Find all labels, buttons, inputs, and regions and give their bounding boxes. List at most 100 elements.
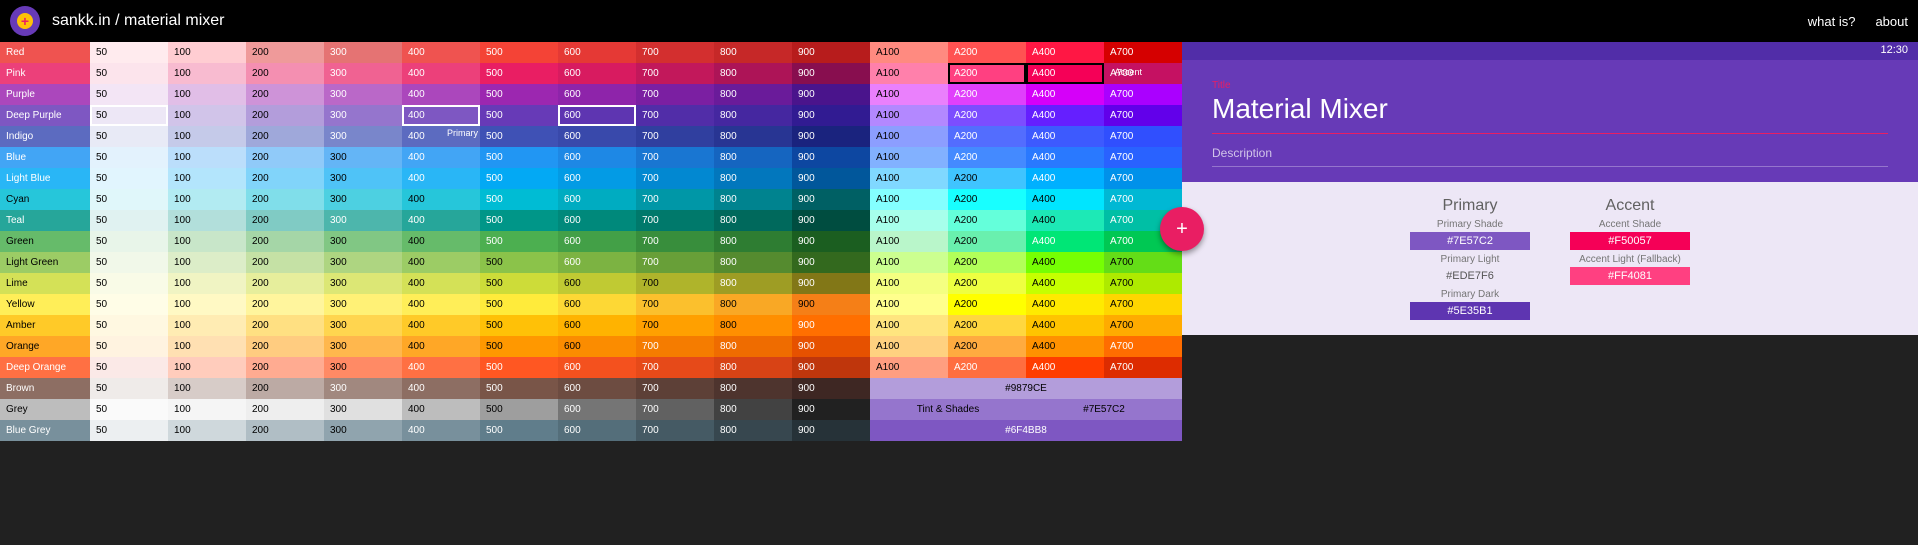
swatch[interactable]: A100 [870,126,948,147]
swatch[interactable]: 300 [324,84,402,105]
swatch[interactable]: A200 [948,252,1026,273]
swatch[interactable]: 600 [558,189,636,210]
swatch[interactable]: 700 [636,210,714,231]
swatch[interactable]: A700 [1104,336,1182,357]
swatch[interactable]: A700 [1104,126,1182,147]
swatch[interactable]: 50 [90,105,168,126]
swatch[interactable]: 200 [246,315,324,336]
swatch[interactable]: 300 [324,189,402,210]
swatch[interactable]: 400 [402,147,480,168]
swatch[interactable]: 200 [246,189,324,210]
swatch[interactable]: 900 [792,126,870,147]
swatch[interactable]: 900 [792,378,870,399]
swatch[interactable]: 900 [792,294,870,315]
primary-light-chip[interactable]: #EDE7F6 [1410,267,1530,285]
swatch[interactable]: 900 [792,273,870,294]
swatch[interactable]: 500 [480,273,558,294]
swatch[interactable]: A700 [1104,105,1182,126]
swatch[interactable]: 300 [324,252,402,273]
swatch[interactable]: 100 [168,84,246,105]
swatch[interactable]: 400 [402,420,480,441]
swatch[interactable]: 300 [324,126,402,147]
swatch[interactable]: 900 [792,147,870,168]
swatch[interactable]: 900 [792,105,870,126]
swatch[interactable]: 200 [246,420,324,441]
swatch[interactable]: A100 [870,63,948,84]
swatch[interactable]: 200 [246,357,324,378]
swatch[interactable]: 800 [714,378,792,399]
swatch[interactable]: 900 [792,84,870,105]
swatch[interactable]: A100 [870,105,948,126]
swatch[interactable]: 900 [792,315,870,336]
swatch[interactable]: 400 [402,336,480,357]
swatch[interactable]: 200 [246,168,324,189]
swatch[interactable]: 400Primary [402,105,480,126]
swatch[interactable]: 600 [558,315,636,336]
swatch[interactable]: 500 [480,357,558,378]
swatch[interactable]: 100 [168,168,246,189]
swatch[interactable]: 100 [168,336,246,357]
swatch[interactable]: 400 [402,399,480,420]
swatch[interactable]: 300 [324,210,402,231]
swatch[interactable]: 50 [90,273,168,294]
swatch[interactable]: A100 [870,42,948,63]
swatch[interactable]: 700 [636,231,714,252]
swatch[interactable]: 200 [246,252,324,273]
swatch[interactable]: A100 [870,210,948,231]
swatch[interactable]: 400 [402,84,480,105]
swatch[interactable]: 100 [168,252,246,273]
swatch[interactable]: 800 [714,210,792,231]
swatch[interactable]: 400 [402,315,480,336]
swatch[interactable]: 800 [714,84,792,105]
swatch[interactable]: A400 [1026,84,1104,105]
swatch[interactable]: 200 [246,63,324,84]
swatch[interactable]: 300 [324,378,402,399]
swatch[interactable]: 50 [90,294,168,315]
swatch[interactable]: 200 [246,147,324,168]
swatch[interactable]: A400 [1026,273,1104,294]
swatch[interactable]: 300 [324,336,402,357]
swatch[interactable]: 500 [480,189,558,210]
swatch[interactable]: 400 [402,63,480,84]
swatch[interactable]: 800 [714,105,792,126]
swatch[interactable]: 300 [324,357,402,378]
swatch[interactable]: 100 [168,231,246,252]
swatch[interactable]: 900 [792,336,870,357]
swatch[interactable]: 600 [558,294,636,315]
swatch[interactable]: 800 [714,252,792,273]
swatch[interactable]: 400 [402,231,480,252]
accent-shade-chip[interactable]: #F50057 [1570,232,1690,250]
swatch[interactable]: A400 [1026,252,1104,273]
swatch[interactable]: 500 [480,420,558,441]
swatch[interactable]: A200 [948,105,1026,126]
link-whatis[interactable]: what is? [1808,14,1856,29]
swatch[interactable]: 50 [90,168,168,189]
swatch[interactable]: 500 [480,294,558,315]
swatch[interactable]: A700 [1104,147,1182,168]
app-logo[interactable]: + [10,6,40,36]
swatch[interactable]: 200 [246,294,324,315]
swatch[interactable]: 100 [168,315,246,336]
swatch[interactable]: 100 [168,420,246,441]
swatch[interactable]: 600 [558,420,636,441]
swatch[interactable]: 200 [246,210,324,231]
swatch[interactable]: 500 [480,252,558,273]
swatch[interactable]: A100 [870,336,948,357]
swatch[interactable]: A200 [948,336,1026,357]
swatch[interactable]: 400 [402,42,480,63]
swatch[interactable]: 600 [558,147,636,168]
fab-button[interactable]: + [1160,207,1204,251]
swatch[interactable]: 50 [90,420,168,441]
swatch[interactable]: A200 [948,84,1026,105]
swatch[interactable]: A400 [1026,105,1104,126]
swatch[interactable]: 400 [402,294,480,315]
swatch[interactable]: 800 [714,399,792,420]
swatch[interactable]: 200 [246,231,324,252]
swatch[interactable]: A200 [948,42,1026,63]
primary-dark-chip[interactable]: #5E35B1 [1410,302,1530,320]
swatch[interactable]: A400 [1026,336,1104,357]
swatch[interactable]: A100 [870,147,948,168]
swatch[interactable]: 500 [480,42,558,63]
swatch[interactable]: 300 [324,42,402,63]
primary-shade-chip[interactable]: #7E57C2 [1410,232,1530,250]
